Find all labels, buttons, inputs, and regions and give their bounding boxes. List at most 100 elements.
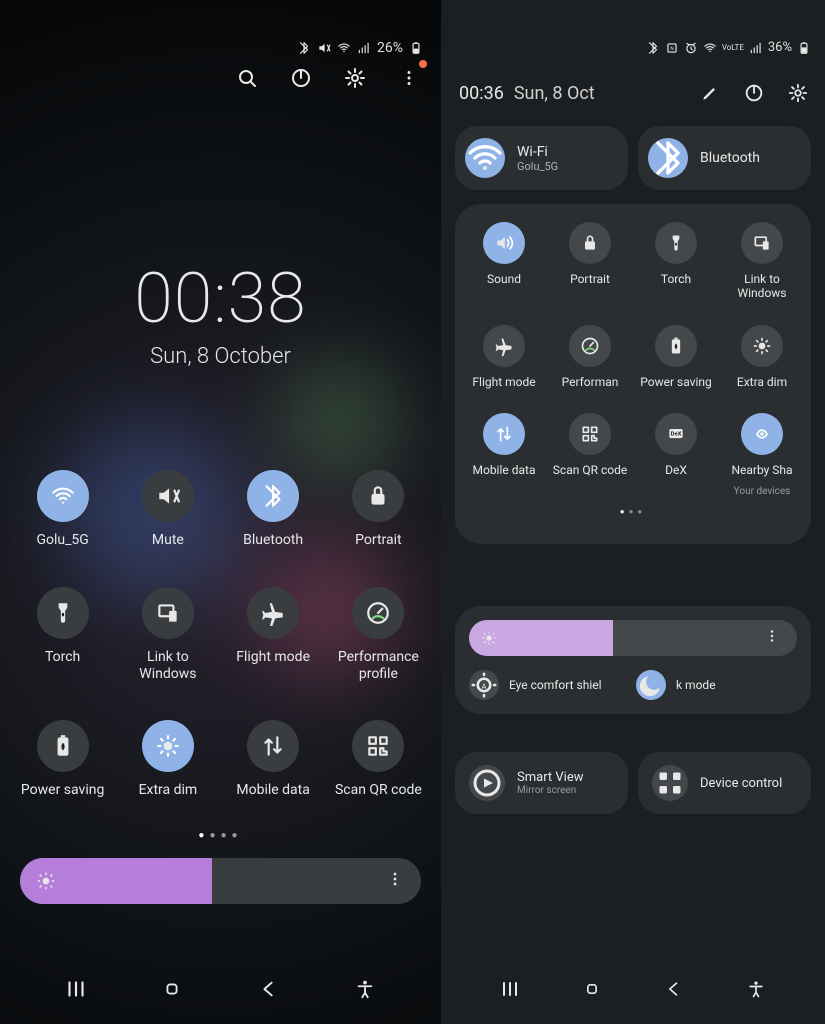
tile-sound[interactable]: Sound	[461, 222, 547, 301]
sun-icon	[36, 871, 56, 891]
tile-torch[interactable]: Torch	[10, 587, 115, 683]
link-windows-icon	[741, 222, 783, 264]
back-button[interactable]	[654, 976, 694, 1002]
tile-gauge[interactable]: Performance profile	[326, 587, 431, 683]
panel-subtitle: Mirror screen	[517, 785, 584, 796]
panel-title: Smart View	[517, 770, 584, 785]
tile-battery-leaf[interactable]: Power saving	[633, 325, 719, 389]
tile-label: DeX	[665, 463, 687, 477]
settings-button[interactable]	[785, 80, 811, 106]
tile-nearby[interactable]: Nearby Sha Your devices	[719, 413, 805, 496]
tile-link-windows[interactable]: Link to Windows	[115, 587, 220, 683]
brightness-slider[interactable]	[20, 858, 421, 904]
pill-subtitle: Golu_5G	[517, 160, 558, 173]
recents-button[interactable]	[56, 976, 96, 1002]
pill-title: Wi-Fi	[517, 144, 558, 160]
eye-comfort-icon	[469, 670, 499, 700]
tile-label: Sound	[487, 272, 521, 286]
quick-action-row	[231, 62, 425, 94]
status-bar: 26%	[297, 40, 423, 56]
lock-icon	[569, 222, 611, 264]
settings-button[interactable]	[339, 62, 371, 94]
tile-battery-leaf[interactable]: Power saving	[10, 720, 115, 799]
tile-qr[interactable]: Scan QR code	[326, 720, 431, 799]
tile-lock[interactable]: Portrait	[547, 222, 633, 301]
tile-plane[interactable]: Flight mode	[461, 325, 547, 389]
battery-icon	[797, 41, 811, 55]
quick-settings-grid: Golu_5G Mute Bluetooth Portrait Torch Li…	[0, 470, 441, 799]
toggle-moon[interactable]: k mode	[636, 670, 797, 700]
signal-icon	[357, 41, 371, 55]
back-button[interactable]	[249, 976, 289, 1002]
tile-bluetooth[interactable]: Bluetooth	[221, 470, 326, 549]
tile-dim[interactable]: Extra dim	[115, 720, 220, 799]
tile-label: Mute	[152, 532, 184, 549]
gauge-icon	[352, 587, 404, 639]
wifi-icon	[337, 41, 351, 55]
brightness-slider[interactable]	[469, 620, 797, 656]
tile-label: Scan QR code	[553, 463, 627, 477]
tile-gauge[interactable]: Performan	[547, 325, 633, 389]
wifi-icon	[465, 138, 505, 178]
home-button[interactable]	[572, 976, 612, 1002]
connectivity-pills: Wi-Fi Golu_5G Bluetooth	[455, 126, 811, 190]
toggle-eye-comfort[interactable]: Eye comfort shiel	[469, 670, 630, 700]
plane-icon	[483, 325, 525, 367]
search-button[interactable]	[231, 62, 263, 94]
tile-dex[interactable]: DeX	[633, 413, 719, 496]
toggle-label: k mode	[676, 678, 716, 692]
sound-icon	[483, 222, 525, 264]
tile-data-arrows[interactable]: Mobile data	[221, 720, 326, 799]
panel-grid4[interactable]: Device control	[638, 752, 811, 814]
tile-qr[interactable]: Scan QR code	[547, 413, 633, 496]
more-button[interactable]	[393, 62, 425, 94]
tile-label: Nearby Sha	[731, 463, 792, 477]
tile-label: Torch	[661, 272, 691, 286]
sun-icon	[481, 630, 497, 646]
bluetooth-icon	[297, 41, 311, 55]
accessibility-button[interactable]	[736, 976, 776, 1002]
svg-text:N: N	[670, 45, 673, 51]
lock-icon	[352, 470, 404, 522]
tile-label: Golu_5G	[36, 532, 88, 549]
tile-label: Scan QR code	[335, 782, 422, 799]
pill-wifi[interactable]: Wi-Fi Golu_5G	[455, 126, 628, 190]
battery-leaf-icon	[37, 720, 89, 772]
navigation-bar	[0, 976, 441, 1002]
alarm-icon	[684, 41, 698, 55]
qr-icon	[352, 720, 404, 772]
power-button[interactable]	[285, 62, 317, 94]
brightness-more-button[interactable]	[385, 869, 405, 893]
tile-lock[interactable]: Portrait	[326, 470, 431, 549]
screen-left: 26% 00:38 Sun, 8 October Golu_5G Mute Bl…	[0, 0, 441, 1024]
bluetooth-icon	[646, 41, 660, 55]
tile-label: Flight mode	[236, 649, 310, 666]
smartview-icon	[469, 765, 505, 801]
battery-icon	[409, 41, 423, 55]
brightness-more-button[interactable]	[763, 627, 781, 649]
home-button[interactable]	[152, 976, 192, 1002]
tile-link-windows[interactable]: Link to Windows	[719, 222, 805, 301]
tile-torch[interactable]: Torch	[633, 222, 719, 301]
tile-label: Torch	[45, 649, 80, 666]
pill-bluetooth[interactable]: Bluetooth	[638, 126, 811, 190]
tile-plane[interactable]: Flight mode	[221, 587, 326, 683]
volte-label: VoLTE	[722, 44, 744, 52]
tile-mute[interactable]: Mute	[115, 470, 220, 549]
recents-button[interactable]	[490, 976, 530, 1002]
tile-wifi[interactable]: Golu_5G	[10, 470, 115, 549]
tile-data-arrows[interactable]: Mobile data	[461, 413, 547, 496]
tile-label: Performan	[562, 375, 619, 389]
panel-header: 00:36 Sun, 8 Oct	[459, 80, 811, 106]
notification-dot-icon	[419, 60, 427, 68]
panel-smartview[interactable]: Smart View Mirror screen	[455, 752, 628, 814]
edit-button[interactable]	[697, 80, 723, 106]
plane-icon	[247, 587, 299, 639]
tile-label: Performance profile	[331, 649, 426, 683]
accessibility-button[interactable]	[345, 976, 385, 1002]
tile-label: Power saving	[640, 375, 712, 389]
tile-label: Extra dim	[139, 782, 198, 799]
tile-dim[interactable]: Extra dim	[719, 325, 805, 389]
power-button[interactable]	[741, 80, 767, 106]
data-arrows-icon	[483, 413, 525, 455]
